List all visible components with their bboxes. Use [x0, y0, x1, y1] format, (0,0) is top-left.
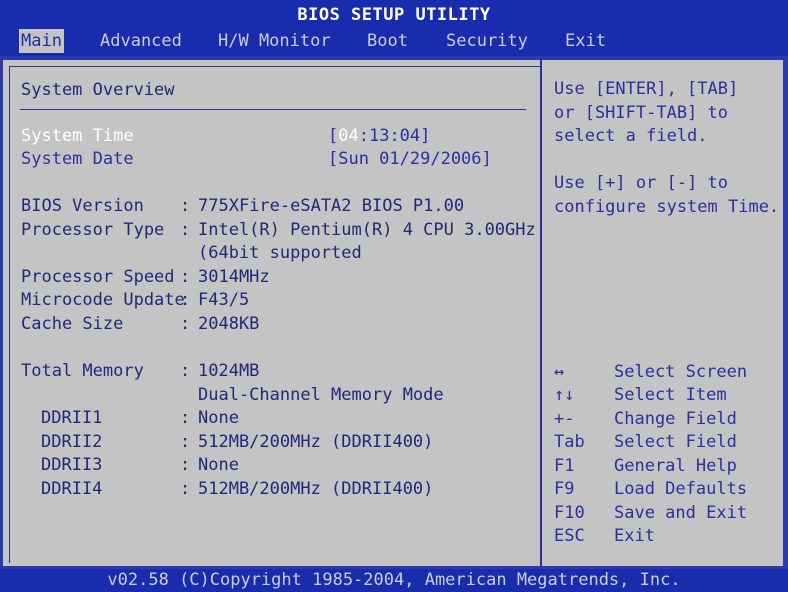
processor-type-extra: (64bit supported	[198, 243, 362, 263]
help-panel: Use [ENTER], [TAB] or [SHIFT-TAB] to sel…	[543, 66, 779, 562]
menu-hw-monitor[interactable]: H/W Monitor	[216, 29, 333, 53]
processor-type-value: Intel(R) Pentium(R) 4 CPU 3.00GHz	[198, 220, 536, 240]
key-plus-minus: +-	[554, 409, 575, 429]
total-memory-value: 1024MB	[198, 361, 260, 381]
memory-sep: :	[180, 455, 191, 475]
key-action: Exit	[614, 526, 655, 546]
help-line: select a field.	[554, 126, 708, 146]
info-sep: :	[180, 220, 191, 240]
key-action: Load Defaults	[614, 479, 748, 499]
memory-sep: :	[180, 479, 191, 499]
menu-boot[interactable]: Boot	[365, 29, 410, 53]
memory-label: DDRII4	[41, 479, 103, 499]
key-action: Select Item	[614, 385, 727, 405]
info-label: Microcode Update	[21, 290, 185, 310]
system-time-label[interactable]: System Time	[21, 126, 134, 146]
info-sep: :	[180, 196, 191, 216]
ddrii4-value: 512MB/200MHz (DDRII400)	[198, 479, 434, 499]
ddrii3-value: None	[198, 455, 239, 475]
processor-speed-value: 3014MHz	[198, 267, 270, 287]
info-label: Cache Size	[21, 314, 124, 334]
key-left-right-icon: ↔	[554, 362, 565, 382]
key-action: Change Field	[614, 409, 737, 429]
key-f10: F10	[554, 503, 585, 523]
bios-title: BIOS SETUP UTILITY	[297, 5, 491, 25]
help-line: Use [+] or [-] to	[554, 173, 728, 193]
memory-label: Total Memory	[21, 361, 144, 381]
key-up-down-icon: ↑↓	[554, 385, 575, 405]
info-label: Processor Speed	[21, 267, 175, 287]
memory-sep: :	[180, 432, 191, 452]
menu-exit[interactable]: Exit	[563, 29, 608, 53]
key-action: General Help	[614, 456, 737, 476]
copyright-footer: v02.58 (C)Copyright 1985-2004, American …	[0, 569, 788, 592]
key-action: Save and Exit	[614, 503, 748, 523]
menu-advanced[interactable]: Advanced	[98, 29, 184, 53]
footer-text: v02.58 (C)Copyright 1985-2004, American …	[107, 570, 681, 590]
key-esc: ESC	[554, 526, 585, 546]
menu-bar: Main Advanced H/W Monitor Boot Security …	[0, 26, 788, 56]
system-overview-panel: System Overview System Time [04:13:04] S…	[9, 66, 540, 563]
key-f9: F9	[554, 479, 575, 499]
memory-label: DDRII3	[41, 455, 103, 475]
system-date-label[interactable]: System Date	[21, 149, 134, 169]
ddrii2-value: 512MB/200MHz (DDRII400)	[198, 432, 434, 452]
cache-size-value: 2048KB	[198, 314, 260, 334]
memory-mode-value: Dual-Channel Memory Mode	[198, 385, 444, 405]
menu-main[interactable]: Main	[19, 29, 64, 53]
bios-version-value: 775XFire-eSATA2 BIOS P1.00	[198, 196, 465, 216]
main-panel: System Overview System Time [04:13:04] S…	[3, 60, 783, 566]
memory-sep: :	[180, 361, 191, 381]
microcode-value: F43/5	[198, 290, 250, 310]
info-sep: :	[180, 267, 191, 287]
panel-divider	[540, 60, 542, 566]
memory-label: DDRII2	[41, 432, 103, 452]
section-divider	[20, 109, 526, 110]
key-action: Select Screen	[614, 362, 748, 382]
info-sep: :	[180, 290, 191, 310]
memory-sep: :	[180, 408, 191, 428]
info-label: Processor Type	[21, 220, 165, 240]
key-f1: F1	[554, 456, 575, 476]
help-line: or [SHIFT-TAB] to	[554, 103, 728, 123]
title-bar: BIOS SETUP UTILITY	[0, 0, 788, 26]
ddrii1-value: None	[198, 408, 239, 428]
system-time-hour[interactable]: 04	[338, 126, 358, 146]
memory-label: DDRII1	[41, 408, 103, 428]
system-time-value[interactable]: [04:13:04]	[328, 126, 430, 146]
help-line: Use [ENTER], [TAB]	[554, 79, 739, 99]
key-tab: Tab	[554, 432, 585, 452]
help-line: configure system Time.	[554, 197, 780, 217]
system-date-value[interactable]: [Sun 01/29/2006]	[328, 149, 492, 169]
section-title: System Overview	[21, 80, 175, 100]
info-sep: :	[180, 314, 191, 334]
info-label: BIOS Version	[21, 196, 144, 216]
key-action: Select Field	[614, 432, 737, 452]
menu-security[interactable]: Security	[444, 29, 530, 53]
